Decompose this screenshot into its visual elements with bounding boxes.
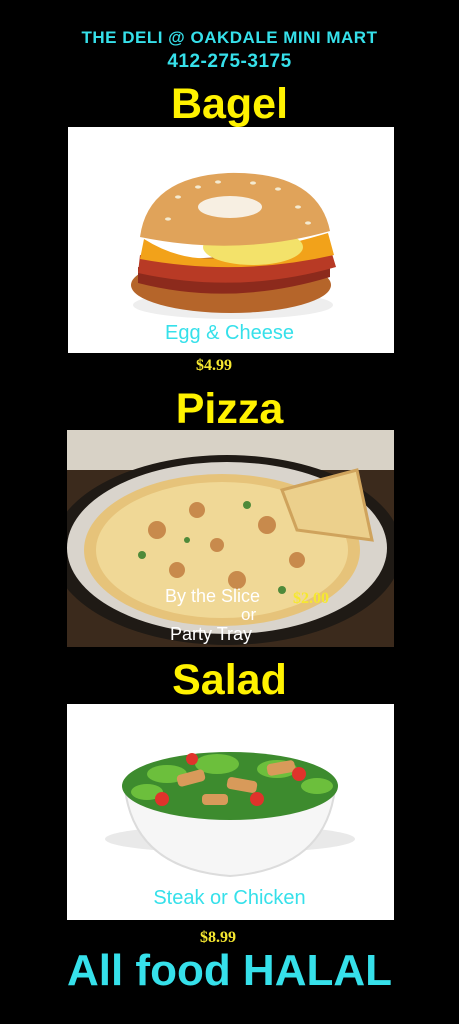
pizza-illustration [67, 430, 394, 645]
halal-banner: All food HALAL [66, 946, 393, 995]
pizza-or-label: or [241, 605, 257, 624]
pizza-photo [67, 430, 394, 647]
pizza-slice-caption: By the Slice [165, 586, 260, 607]
phone-number: 412-275-3175 [167, 51, 292, 72]
salad-title: Salad [172, 656, 287, 704]
bagel-sandwich-illustration [131, 172, 336, 319]
pizza-slice-label: By the Slice [165, 586, 261, 606]
salad-price: $8.99 [200, 929, 236, 946]
bagel-title: Bagel [170, 80, 289, 128]
bagel-photo [68, 127, 394, 353]
salad-caption: Steak or Chicken [153, 887, 306, 909]
bagel-price: $4.99 [196, 357, 232, 374]
pizza-price: $2.00 [293, 590, 329, 607]
store-name: THE DELI @ OAKDALE MINI MART [81, 28, 378, 47]
pizza-title: Pizza [175, 385, 284, 433]
pizza-party-tray-label: Party Tray [170, 624, 253, 644]
bagel-caption: Egg & Cheese [165, 322, 294, 344]
